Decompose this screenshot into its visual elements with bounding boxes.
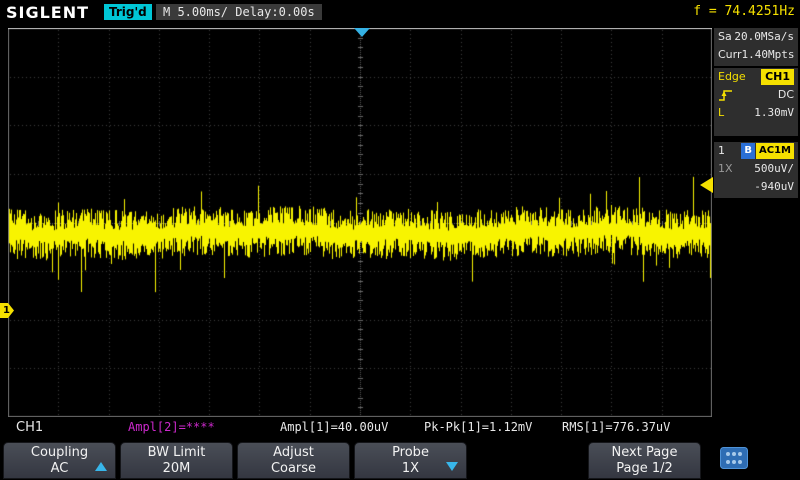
menu-button-coupling[interactable]: Coupling AC [3, 442, 116, 479]
menu-button-value: Page 1/2 [589, 461, 700, 477]
sample-rate-value: 20.0MSa/s [734, 29, 794, 45]
menu-button-next-page[interactable]: Next Page Page 1/2 [588, 442, 701, 479]
menu-button-label: Probe [355, 445, 466, 461]
measure-channel-label: CH1 [16, 420, 43, 436]
channel-number-label: 1 [718, 143, 725, 159]
bandwidth-limit-badge: B [741, 143, 755, 159]
keypad-icon[interactable] [720, 447, 748, 469]
menu-button-label: Adjust [238, 445, 349, 461]
waveform-display [8, 28, 712, 417]
measurement-ampl-ch2: Ampl[2]=**** [128, 420, 215, 436]
rising-edge-icon [718, 87, 734, 103]
vertical-offset-value: -940uV [754, 179, 794, 195]
timebase-readout: M 5.00ms/ Delay:0.00s [156, 4, 322, 20]
menu-button-label: BW Limit [121, 445, 232, 461]
trigger-level-marker[interactable] [700, 177, 713, 193]
oscilloscope-screen: SIGLENT Trig'd M 5.00ms/ Delay:0.00s f =… [0, 0, 800, 480]
top-status-bar: SIGLENT Trig'd M 5.00ms/ Delay:0.00s f =… [0, 0, 800, 26]
trigger-coupling-value: DC [778, 87, 794, 103]
trigger-position-marker[interactable] [354, 28, 370, 37]
brand-logo: SIGLENT [6, 3, 89, 22]
trigger-info-panel: Edge CH1 DC L 1.30mV [714, 68, 798, 136]
measurement-ampl-ch1: Ampl[1]=40.00uV [280, 420, 388, 436]
menu-button-label: Next Page [589, 445, 700, 461]
trigger-type-label: Edge [718, 69, 746, 85]
sample-rate-label: Sa [718, 29, 732, 45]
measurement-pkpk-ch1: Pk-Pk[1]=1.12mV [424, 420, 532, 436]
memory-depth-label: Curr [718, 47, 742, 63]
trigger-source-badge: CH1 [761, 69, 794, 85]
memory-depth-value: 1.40Mpts [742, 47, 795, 63]
channel1-info-panel: 1 B AC1M 1X 500uV/ -940uV [714, 142, 798, 198]
menu-button-probe[interactable]: Probe 1X [354, 442, 467, 479]
menu-button-label: Coupling [4, 445, 115, 461]
channel-coupling-badge: AC1M [756, 143, 794, 159]
down-arrow-icon [446, 462, 458, 471]
menu-button-adjust[interactable]: Adjust Coarse [237, 442, 350, 479]
trigger-level-value: 1.30mV [754, 105, 794, 121]
menu-button-value: Coarse [238, 461, 349, 477]
up-arrow-icon [95, 462, 107, 471]
probe-attenuation-label: 1X [718, 161, 733, 177]
frequency-counter: f = 74.4251Hz [693, 4, 795, 19]
menu-button-bw-limit[interactable]: BW Limit 20M [120, 442, 233, 479]
acquisition-info-panel: Sa 20.0MSa/s Curr 1.40Mpts [714, 28, 798, 66]
trigger-level-label: L [718, 105, 724, 121]
trigger-status-badge: Trig'd [104, 4, 152, 20]
measurement-rms-ch1: RMS[1]=776.37uV [562, 420, 670, 436]
menu-button-value: 20M [121, 461, 232, 477]
vertical-scale-value: 500uV/ [754, 161, 794, 177]
